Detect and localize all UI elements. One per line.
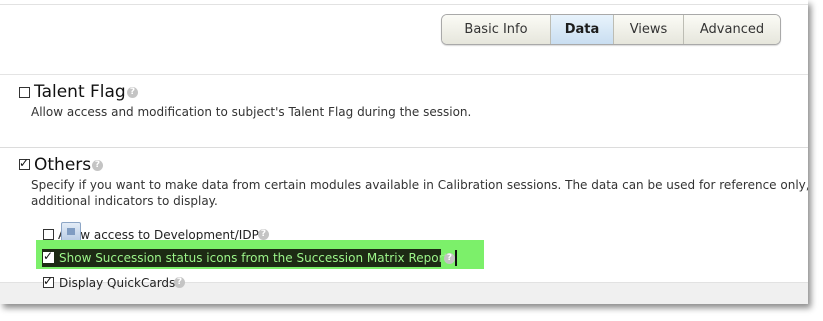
- help-icon[interactable]: ?: [258, 229, 269, 240]
- talent-flag-title: Talent Flag: [34, 82, 126, 102]
- help-icon[interactable]: ?: [127, 87, 138, 98]
- quickcards-checkbox[interactable]: ✓: [43, 274, 54, 288]
- settings-panel: Basic Info Data Views Advanced Talent Fl…: [0, 0, 808, 304]
- help-icon[interactable]: ?: [444, 253, 455, 264]
- tab-divider: [0, 74, 808, 75]
- help-icon[interactable]: ?: [174, 277, 185, 288]
- check-icon: ✓: [43, 249, 54, 263]
- window-icon: [61, 222, 81, 242]
- succession-icons-label: Show Succession status icons from the Su…: [59, 251, 449, 265]
- quickcards-label: Display QuickCards: [59, 276, 176, 290]
- check-icon: ✓: [19, 156, 30, 170]
- development-idp-checkbox[interactable]: [43, 229, 54, 240]
- top-band: [0, 0, 808, 5]
- tab-data[interactable]: Data: [550, 15, 613, 44]
- talent-flag-checkbox[interactable]: [19, 87, 30, 98]
- help-icon[interactable]: ?: [92, 160, 103, 171]
- check-icon: ✓: [43, 274, 54, 288]
- page: Basic Info Data Views Advanced Talent Fl…: [0, 0, 823, 321]
- text-cursor: [455, 250, 457, 266]
- tab-bar: Basic Info Data Views Advanced: [441, 14, 781, 45]
- section-divider: [0, 147, 808, 148]
- tab-advanced[interactable]: Advanced: [683, 15, 780, 44]
- tab-views[interactable]: Views: [613, 15, 683, 44]
- succession-icons-checkbox[interactable]: ✓: [43, 249, 54, 263]
- tab-basic-info[interactable]: Basic Info: [442, 15, 550, 44]
- others-description-line2: additional indicators to display.: [31, 194, 218, 208]
- talent-flag-description: Allow access and modification to subject…: [31, 105, 472, 119]
- others-checkbox[interactable]: ✓: [19, 156, 30, 170]
- others-description-line1: Specify if you want to make data from ce…: [31, 178, 808, 192]
- others-title: Others: [34, 155, 92, 175]
